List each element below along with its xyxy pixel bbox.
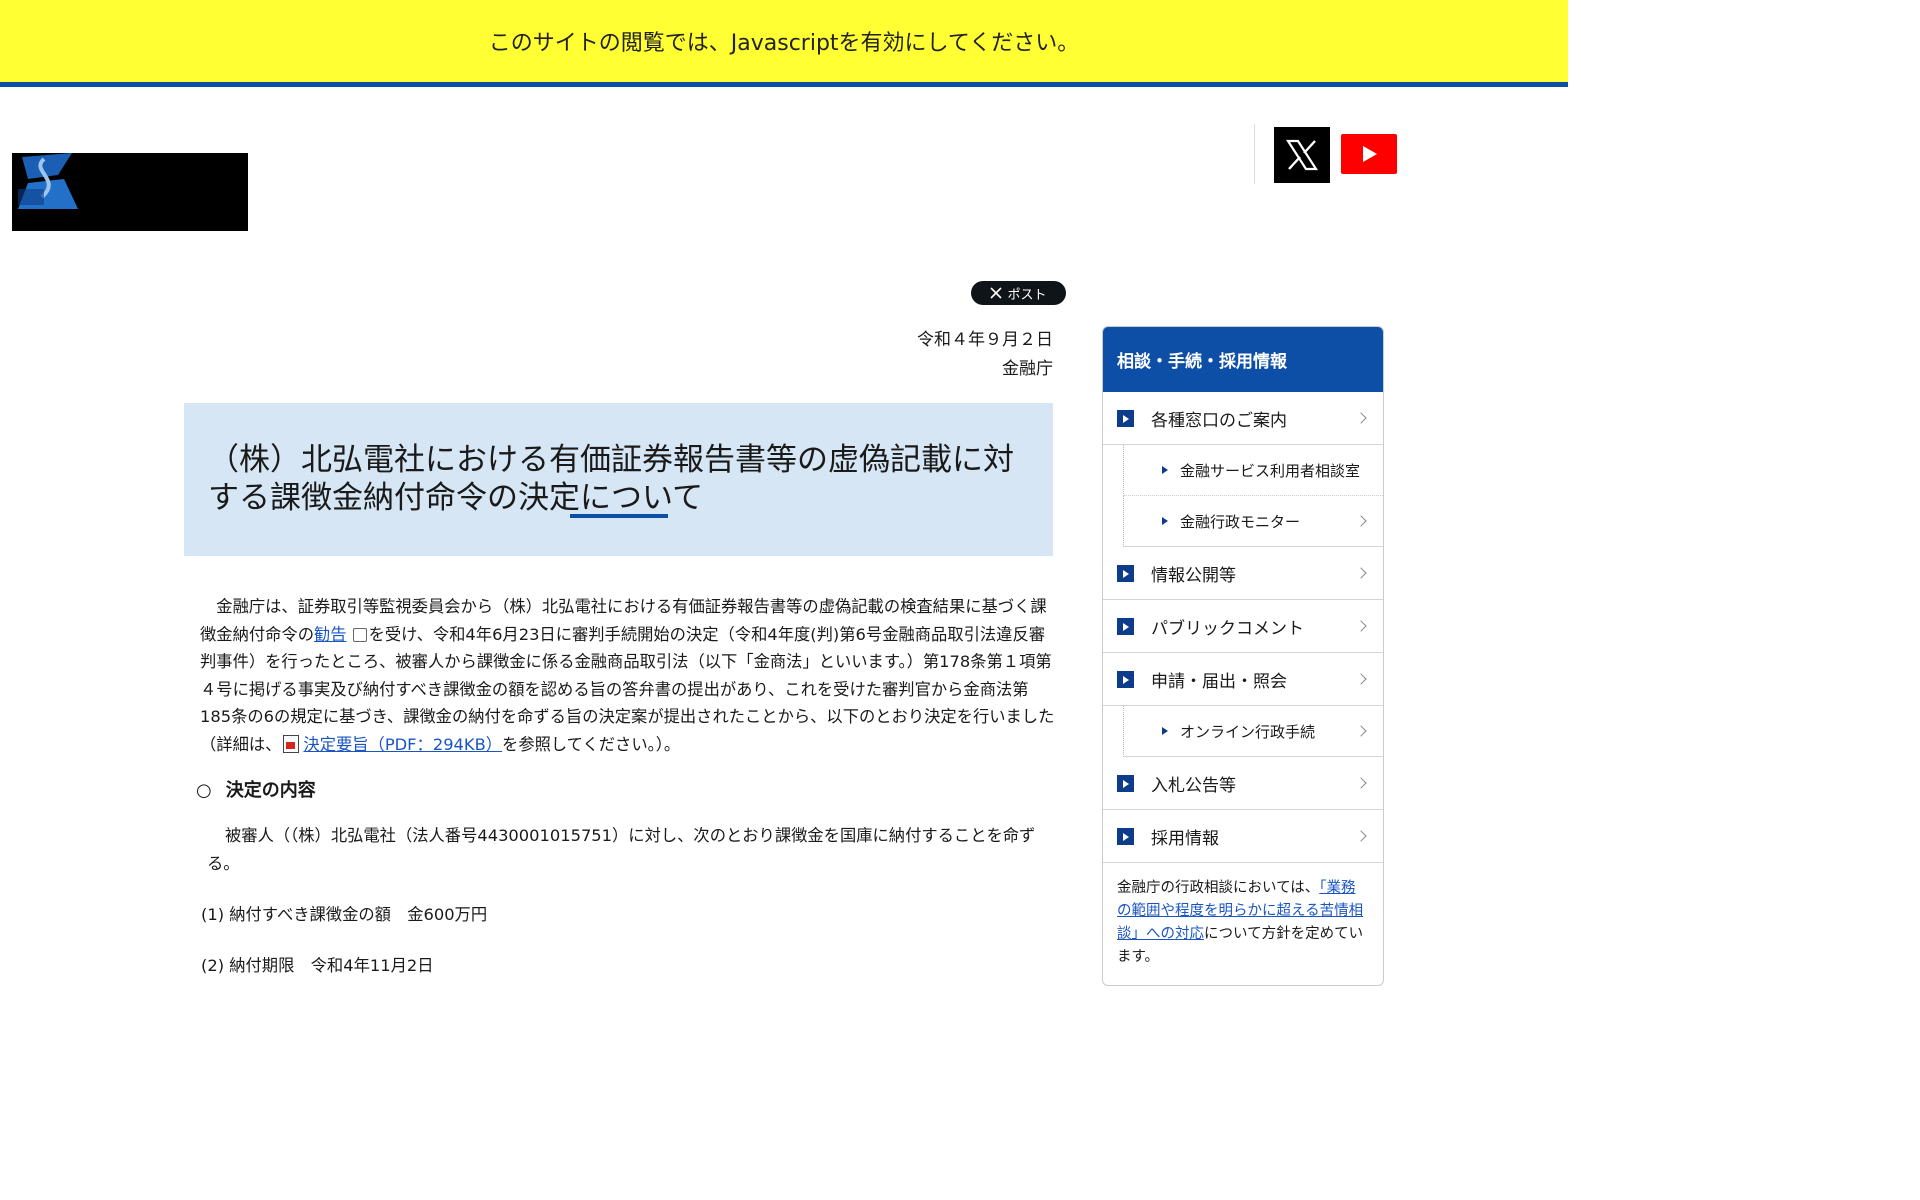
chevron-right-icon (1355, 515, 1367, 527)
decision-text: 被審人（（株）北弘電社（法人番号4430001015751）に対し、次のとおり課… (207, 826, 1036, 873)
chevron-right-icon (1355, 412, 1367, 424)
chevron-right-icon (1355, 567, 1367, 579)
chevron-right-icon (1355, 830, 1367, 842)
sidebar-item-public-comment[interactable]: パブリックコメント (1103, 600, 1383, 653)
triangle-right-icon (1162, 727, 1168, 735)
fsa-25th-logo-icon (18, 153, 78, 209)
agency-name: 金融庁 (1002, 359, 1053, 379)
youtube-social-link[interactable] (1341, 134, 1397, 174)
sidebar-item-label: 入札公告等 (1151, 775, 1236, 796)
menu-arrow-icon (1117, 828, 1134, 845)
sidebar-item-label: パブリックコメント (1151, 618, 1304, 639)
sidebar-subitem-label: オンライン行政手続 (1180, 722, 1316, 741)
sidebar-menu: 相談・手続・採用情報 各種窓口のご案内 金融サービス利用者相談室 金融行政モニタ… (1102, 326, 1384, 986)
date-block: 令和４年９月２日 金融庁 (820, 326, 1053, 384)
pdf-icon (283, 734, 300, 753)
sidebar-item-label: 各種窓口のご案内 (1151, 410, 1287, 431)
sidebar-item-madoguchi[interactable]: 各種窓口のご案内 (1103, 392, 1383, 445)
x-social-link[interactable] (1274, 127, 1330, 183)
chevron-right-icon (1355, 777, 1367, 789)
section-bullet: ○ (196, 780, 212, 801)
section-heading: ○ 決定の内容 (196, 776, 316, 802)
sidebar-item-saiyo[interactable]: 採用情報 (1103, 810, 1383, 863)
x-logo-icon (1285, 139, 1319, 171)
sidebar-subitem-label: 金融サービス利用者相談室 (1180, 461, 1361, 480)
x-logo-icon (990, 287, 1003, 299)
sidebar-subitem-riyousha[interactable]: 金融サービス利用者相談室 (1123, 445, 1383, 496)
youtube-play-icon (1363, 146, 1377, 162)
chevron-right-icon (1355, 620, 1367, 632)
menu-arrow-icon (1117, 410, 1134, 427)
sidebar-note-prefix: 金融庁の行政相談においては、 (1117, 880, 1320, 896)
sidebar-item-label: 採用情報 (1151, 828, 1219, 849)
pdf-link[interactable]: 決定要旨（PDF：294KB） (303, 735, 502, 754)
publish-date: 令和４年９月２日 (917, 330, 1053, 350)
triangle-right-icon (1162, 466, 1168, 474)
x-post-button[interactable]: ポスト (971, 281, 1066, 305)
body-paragraph: 金融庁は、証券取引等監視委員会から（株）北弘電社における有価証券報告書等の虚偽記… (200, 593, 1056, 758)
kankoku-link[interactable]: 勧告 (314, 625, 347, 644)
sidebar-subitem-monitor[interactable]: 金融行政モニター (1123, 496, 1383, 547)
sidebar-item-nyusatsu[interactable]: 入札公告等 (1103, 757, 1383, 810)
triangle-right-icon (1162, 517, 1168, 525)
title-underline-accent (570, 514, 668, 518)
external-link-icon (352, 627, 367, 642)
decision-item-amount: (1) 納付すべき課徴金の額 金600万円 (201, 905, 488, 924)
banner-text: このサイトの閲覧では、Javascriptを有効にしてください。 (488, 31, 1080, 56)
menu-arrow-icon (1117, 775, 1134, 792)
sidebar-subitem-label: 金融行政モニター (1180, 512, 1301, 531)
title-box: （株）北弘電社における有価証券報告書等の虚偽記載に対する課徴金納付命令の決定につ… (184, 403, 1053, 556)
sidebar-item-joho[interactable]: 情報公開等 (1103, 547, 1383, 600)
sidebar-note: 金融庁の行政相談においては、「業務の範囲や程度を明らかに超える苦情相談」への対応… (1103, 863, 1383, 969)
sidebar-item-label: 申請・届出・照会 (1151, 671, 1287, 692)
menu-arrow-icon (1117, 671, 1134, 688)
post-button-label: ポスト (1007, 287, 1047, 303)
decision-item-deadline: (2) 納付期限 令和4年11月2日 (201, 956, 434, 975)
chevron-right-icon (1355, 673, 1367, 685)
page-title: （株）北弘電社における有価証券報告書等の虚偽記載に対する課徴金納付命令の決定につ… (208, 442, 1014, 516)
sidebar-heading: 相談・手続・採用情報 (1103, 327, 1383, 392)
section-heading-text: 決定の内容 (225, 780, 316, 801)
sidebar-item-shinsei[interactable]: 申請・届出・照会 (1103, 653, 1383, 706)
menu-arrow-icon (1117, 618, 1134, 635)
sidebar-subitem-online[interactable]: オンライン行政手続 (1123, 706, 1383, 757)
menu-arrow-icon (1117, 565, 1134, 582)
chevron-right-icon (1355, 725, 1367, 737)
site-logo[interactable] (12, 153, 248, 231)
header-divider (1254, 124, 1255, 184)
sidebar-item-label: 情報公開等 (1151, 565, 1236, 586)
javascript-warning-banner: このサイトの閲覧では、Javascriptを有効にしてください。 (0, 0, 1568, 87)
body-text-3: を参照してください。）。 (502, 734, 681, 754)
